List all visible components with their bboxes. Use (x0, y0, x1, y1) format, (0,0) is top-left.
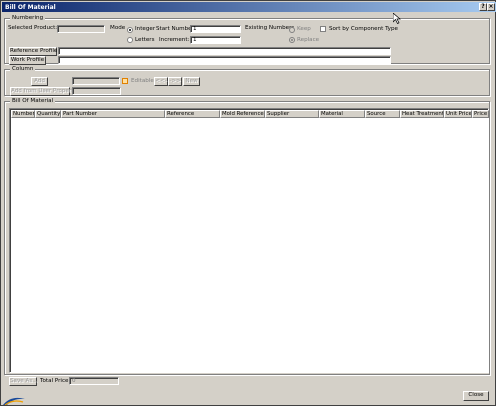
column-legend: Column (10, 66, 36, 73)
bom-table[interactable]: Number Quantity Part Number Reference Mo… (9, 108, 489, 373)
sort-label: Sort by Component Type (329, 26, 398, 32)
col-price[interactable]: Price (472, 110, 489, 118)
new-column-button[interactable]: New (183, 77, 200, 86)
add-column-button[interactable]: Add (31, 77, 48, 86)
save-as-button[interactable]: Save As... (9, 377, 38, 386)
replace-label: Replace (297, 37, 320, 43)
add-user-property-button[interactable]: Add from User Property (10, 87, 77, 96)
help-button[interactable]: ? (479, 3, 487, 11)
col-reference[interactable]: Reference (165, 110, 220, 118)
col-source[interactable]: Source (365, 110, 400, 118)
reference-profile-field[interactable] (58, 47, 391, 55)
close-window-button[interactable]: × (487, 3, 495, 11)
bom-legend: Bill Of Material (10, 98, 56, 105)
mode-label: Mode (110, 25, 126, 31)
col-supplier[interactable]: Supplier (265, 110, 319, 118)
total-price-field: 0 (69, 377, 119, 385)
increment-label: Increment: (159, 37, 190, 43)
letters-radio[interactable] (127, 37, 133, 43)
app-logo-icon (3, 397, 25, 405)
reference-profile-button[interactable]: Reference Profile (9, 47, 57, 56)
replace-radio[interactable] (289, 37, 295, 43)
title-bar[interactable]: Bill Of Material ? × (2, 2, 496, 12)
col-quantity[interactable]: Quantity (35, 110, 61, 118)
move-left-button[interactable]: <<- (154, 77, 168, 86)
letters-label: Letters (135, 37, 155, 43)
selected-product-field (57, 25, 105, 33)
selected-product-label: Selected Product: (8, 25, 58, 31)
col-unit-price[interactable]: Unit Price (444, 110, 472, 118)
keep-label: Keep (297, 26, 311, 32)
increment-input[interactable]: 1 (190, 36, 241, 44)
work-profile-field[interactable] (58, 56, 391, 64)
existing-numbers-label: Existing Numbers (245, 25, 295, 31)
col-heat-treatment[interactable]: Heat Treatment (400, 110, 444, 118)
editable-checkbox[interactable] (122, 78, 128, 84)
integer-label: Integer (135, 26, 156, 32)
user-property-field (72, 87, 121, 95)
mouse-cursor-icon (393, 13, 401, 24)
window-title: Bill Of Material (5, 3, 56, 11)
editable-label: Editable (131, 78, 154, 84)
bom-table-header: Number Quantity Part Number Reference Mo… (11, 110, 489, 118)
work-profile-button[interactable]: Work Profile (9, 56, 46, 65)
bom-dialog: Bill Of Material ? × Numbering Selected … (0, 0, 496, 406)
keep-radio[interactable] (289, 27, 295, 33)
column-name-field (72, 77, 120, 85)
numbering-legend: Numbering (10, 15, 46, 22)
sort-checkbox[interactable] (320, 26, 326, 32)
start-number-input[interactable]: 1 (190, 25, 241, 33)
col-part-number[interactable]: Part Number (61, 110, 165, 118)
integer-radio[interactable] (127, 27, 133, 33)
close-button[interactable]: Close (463, 391, 489, 401)
col-number[interactable]: Number (11, 110, 35, 118)
col-mold-reference[interactable]: Mold Reference (220, 110, 265, 118)
col-material[interactable]: Material (319, 110, 365, 118)
total-price-label: Total Price: (40, 378, 71, 384)
move-right-button[interactable]: ->> (168, 77, 182, 86)
